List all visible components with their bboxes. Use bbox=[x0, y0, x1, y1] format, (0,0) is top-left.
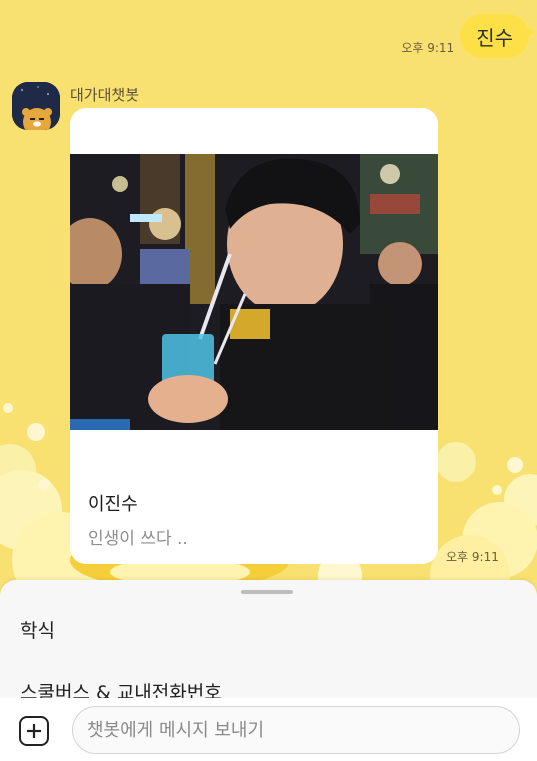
sender-name: 대가대챗봇 bbox=[70, 86, 140, 104]
message-input-bar bbox=[0, 698, 537, 761]
profile-card[interactable]: 이진수 인생이 쓰다 .. bbox=[70, 108, 438, 564]
received-time: 오후 9:11 bbox=[446, 550, 499, 564]
profile-photo bbox=[70, 154, 438, 430]
card-description: 인생이 쓰다 .. bbox=[88, 529, 188, 549]
ryan-character-icon bbox=[12, 82, 60, 130]
sent-message-row: 오후 9:11 진수 bbox=[401, 14, 535, 58]
chatbot-avatar[interactable] bbox=[12, 82, 60, 130]
message-input[interactable] bbox=[72, 706, 520, 754]
sent-message-bubble[interactable]: 진수 bbox=[460, 14, 535, 58]
plus-square-icon bbox=[27, 724, 41, 738]
sent-time: 오후 9:11 bbox=[401, 41, 455, 55]
card-title: 이진수 bbox=[88, 494, 138, 515]
sheet-drag-handle[interactable] bbox=[241, 590, 293, 594]
quick-reply-sheet: 학식 스쿨버스 & 교내전화번호 bbox=[0, 580, 537, 705]
menu-item-cafeteria[interactable]: 학식 bbox=[20, 616, 55, 643]
chat-area: 오후 9:11 진수 대가대챗봇 이진수 인생이 쓰다 .. 오후 9:11 bbox=[0, 0, 537, 580]
add-button[interactable] bbox=[19, 716, 49, 746]
